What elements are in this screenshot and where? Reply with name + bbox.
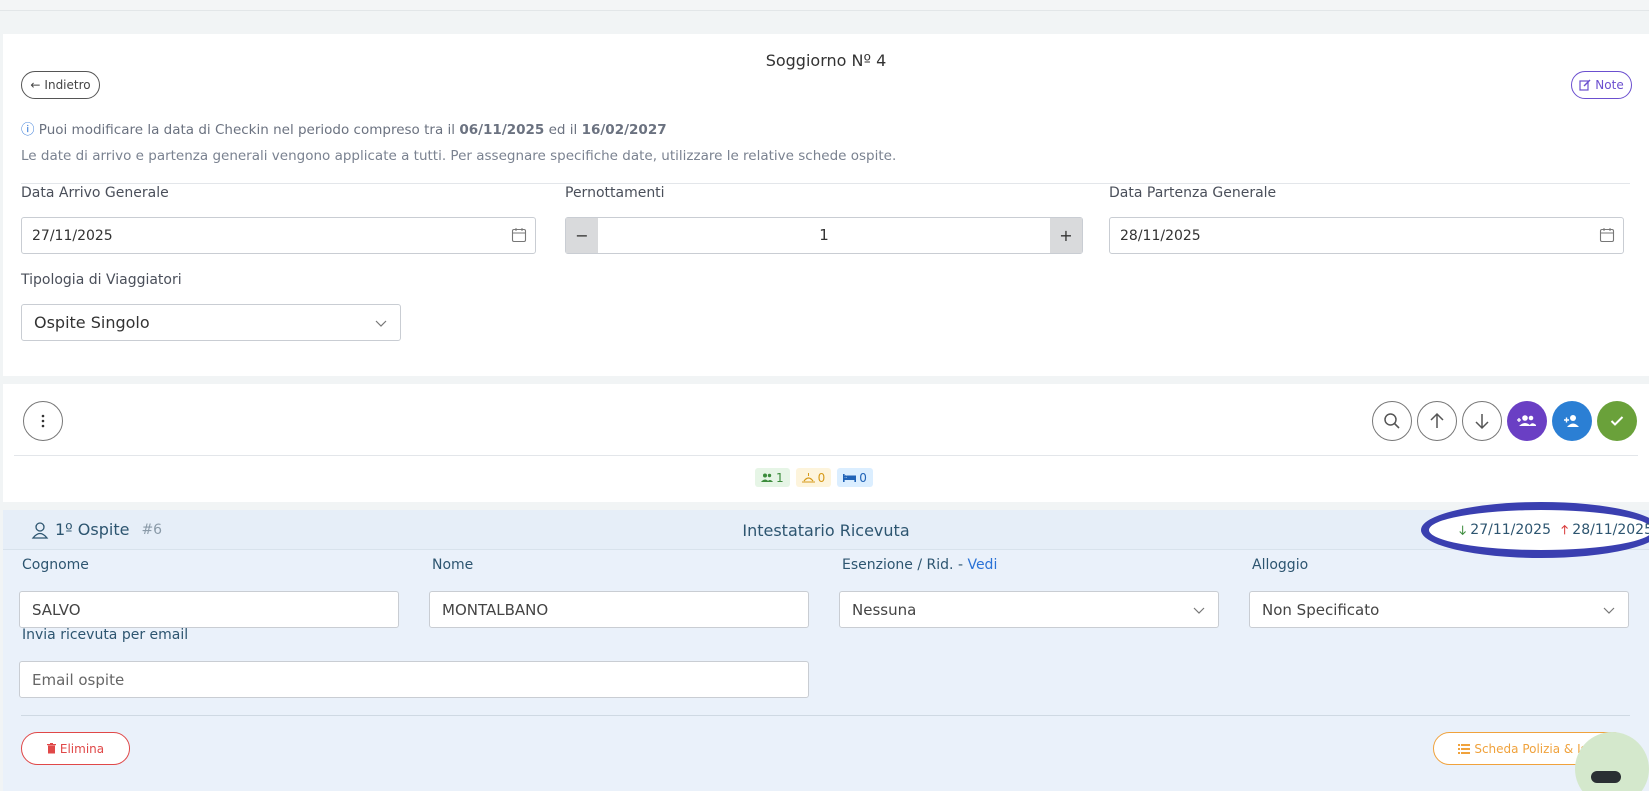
chevron-down-icon <box>1193 607 1205 614</box>
surname-value: SALVO <box>32 600 81 619</box>
exemption-select[interactable]: Nessuna <box>839 591 1219 628</box>
departure-value: 28/11/2025 <box>1120 227 1201 244</box>
checkin-info: ⓘ Puoi modificare la data di Checkin nel… <box>21 118 667 138</box>
users-icon <box>761 473 773 482</box>
surname-label: Cognome <box>22 557 89 573</box>
sunrise-icon <box>801 472 815 482</box>
info-from-date: 06/11/2025 <box>459 122 545 138</box>
arrivals-badge: 0 <box>795 468 832 487</box>
toolbar-card: 1 0 0 <box>3 384 1649 502</box>
nights-stepper: − 1 + <box>565 217 1083 254</box>
search-icon <box>1384 413 1400 429</box>
delete-label: Elimina <box>59 741 105 756</box>
departure-label: Data Partenza Generale <box>1109 185 1277 201</box>
chevron-down-icon <box>375 320 387 327</box>
edit-icon <box>1579 79 1591 91</box>
nights-value[interactable]: 1 <box>598 218 1050 253</box>
summary-badges: 1 0 0 <box>755 468 873 487</box>
guest-departure-date: 28/11/2025 <box>1572 522 1649 538</box>
travelers-label: Tipologia di Viaggiatori <box>21 272 182 288</box>
arrow-up-icon <box>1430 412 1444 428</box>
check-icon <box>1610 416 1624 426</box>
beds-count: 0 <box>859 470 867 485</box>
info-to-date: 16/02/2027 <box>581 122 667 138</box>
departure-date-input[interactable]: 28/11/2025 <box>1109 217 1624 254</box>
exemption-label-text: Esenzione / Rid. - <box>842 557 963 573</box>
guests-badge: 1 <box>755 468 790 487</box>
dates-info: Le date di arrivo e partenza generali ve… <box>21 148 897 164</box>
guest-arrival-date: 27/11/2025 <box>1470 522 1551 538</box>
chevron-down-icon <box>1603 607 1615 614</box>
divider <box>21 183 1630 184</box>
email-placeholder: Email ospite <box>32 670 125 689</box>
move-up-button[interactable] <box>1417 401 1457 441</box>
bed-icon <box>843 474 857 482</box>
arrow-down-icon <box>1475 414 1489 430</box>
back-button[interactable]: ← Indietro <box>21 71 100 99</box>
email-input[interactable]: Email ospite <box>19 661 809 698</box>
travelers-select[interactable]: Ospite Singolo <box>21 304 401 341</box>
arrow-left-icon: ← <box>30 78 41 92</box>
calendar-icon <box>1599 228 1615 243</box>
lodging-label: Alloggio <box>1252 557 1309 573</box>
add-group-icon <box>1517 415 1536 426</box>
email-label: Invia ricevuta per email <box>22 627 189 643</box>
guests-count: 1 <box>776 470 784 485</box>
divider <box>14 455 1638 456</box>
add-user-button[interactable] <box>1552 401 1592 441</box>
arrival-label: Data Arrivo Generale <box>21 185 169 201</box>
confirm-button[interactable] <box>1597 401 1637 441</box>
arrow-down-icon <box>1459 525 1466 536</box>
add-user-icon <box>1564 415 1579 427</box>
guest-card: 1º Ospite #6 Intestatario Ricevuta 27/11… <box>3 502 1649 791</box>
guest-header: 1º Ospite #6 Intestatario Ricevuta 27/11… <box>3 502 1649 558</box>
info-icon: ⓘ <box>21 122 35 138</box>
lodging-select[interactable]: Non Specificato <box>1249 591 1629 628</box>
lodging-value: Non Specificato <box>1262 600 1380 619</box>
nights-increment-button[interactable]: + <box>1050 218 1082 253</box>
exemption-value: Nessuna <box>852 600 917 619</box>
info-prefix: Puoi modificare la data di Checkin nel p… <box>38 122 456 138</box>
note-button[interactable]: Note <box>1571 71 1632 99</box>
arrival-date-input[interactable]: 27/11/2025 <box>21 217 536 254</box>
back-label: Indietro <box>44 78 91 92</box>
receipt-holder-label: Intestatario Ricevuta <box>742 521 910 540</box>
add-group-button[interactable] <box>1507 401 1547 441</box>
surname-input[interactable]: SALVO <box>19 591 399 628</box>
nights-decrement-button[interactable]: − <box>566 218 598 253</box>
arrival-value: 27/11/2025 <box>32 227 113 244</box>
name-input[interactable]: MONTALBANO <box>429 591 809 628</box>
stay-card: Soggiorno Nº 4 ← Indietro Note ⓘ Puoi mo… <box>3 34 1649 376</box>
beds-badge: 0 <box>837 468 873 487</box>
travelers-value: Ospite Singolo <box>34 313 150 332</box>
more-vertical-icon <box>41 414 45 428</box>
note-label: Note <box>1595 78 1624 92</box>
exemption-label: Esenzione / Rid. - Vedi <box>842 557 997 573</box>
exemption-view-link[interactable]: Vedi <box>967 557 997 573</box>
trash-icon <box>46 743 56 754</box>
divider <box>21 715 1630 716</box>
name-label: Nome <box>432 557 474 573</box>
arrivals-count: 0 <box>817 470 826 485</box>
more-options-button[interactable] <box>23 401 63 441</box>
arrow-up-icon <box>1561 524 1568 535</box>
page-title: Soggiorno Nº 4 <box>765 51 887 70</box>
nights-label: Pernottamenti <box>565 185 665 201</box>
calendar-icon <box>511 228 527 243</box>
move-down-button[interactable] <box>1462 401 1502 441</box>
info-mid: ed il <box>548 122 578 138</box>
chat-icon <box>1591 771 1621 783</box>
top-bar <box>0 0 1649 11</box>
list-icon <box>1458 743 1471 754</box>
search-button[interactable] <box>1372 401 1412 441</box>
delete-guest-button[interactable]: Elimina <box>21 732 130 765</box>
guest-dates: 27/11/2025 28/11/2025 <box>1421 502 1649 558</box>
name-value: MONTALBANO <box>442 600 549 619</box>
